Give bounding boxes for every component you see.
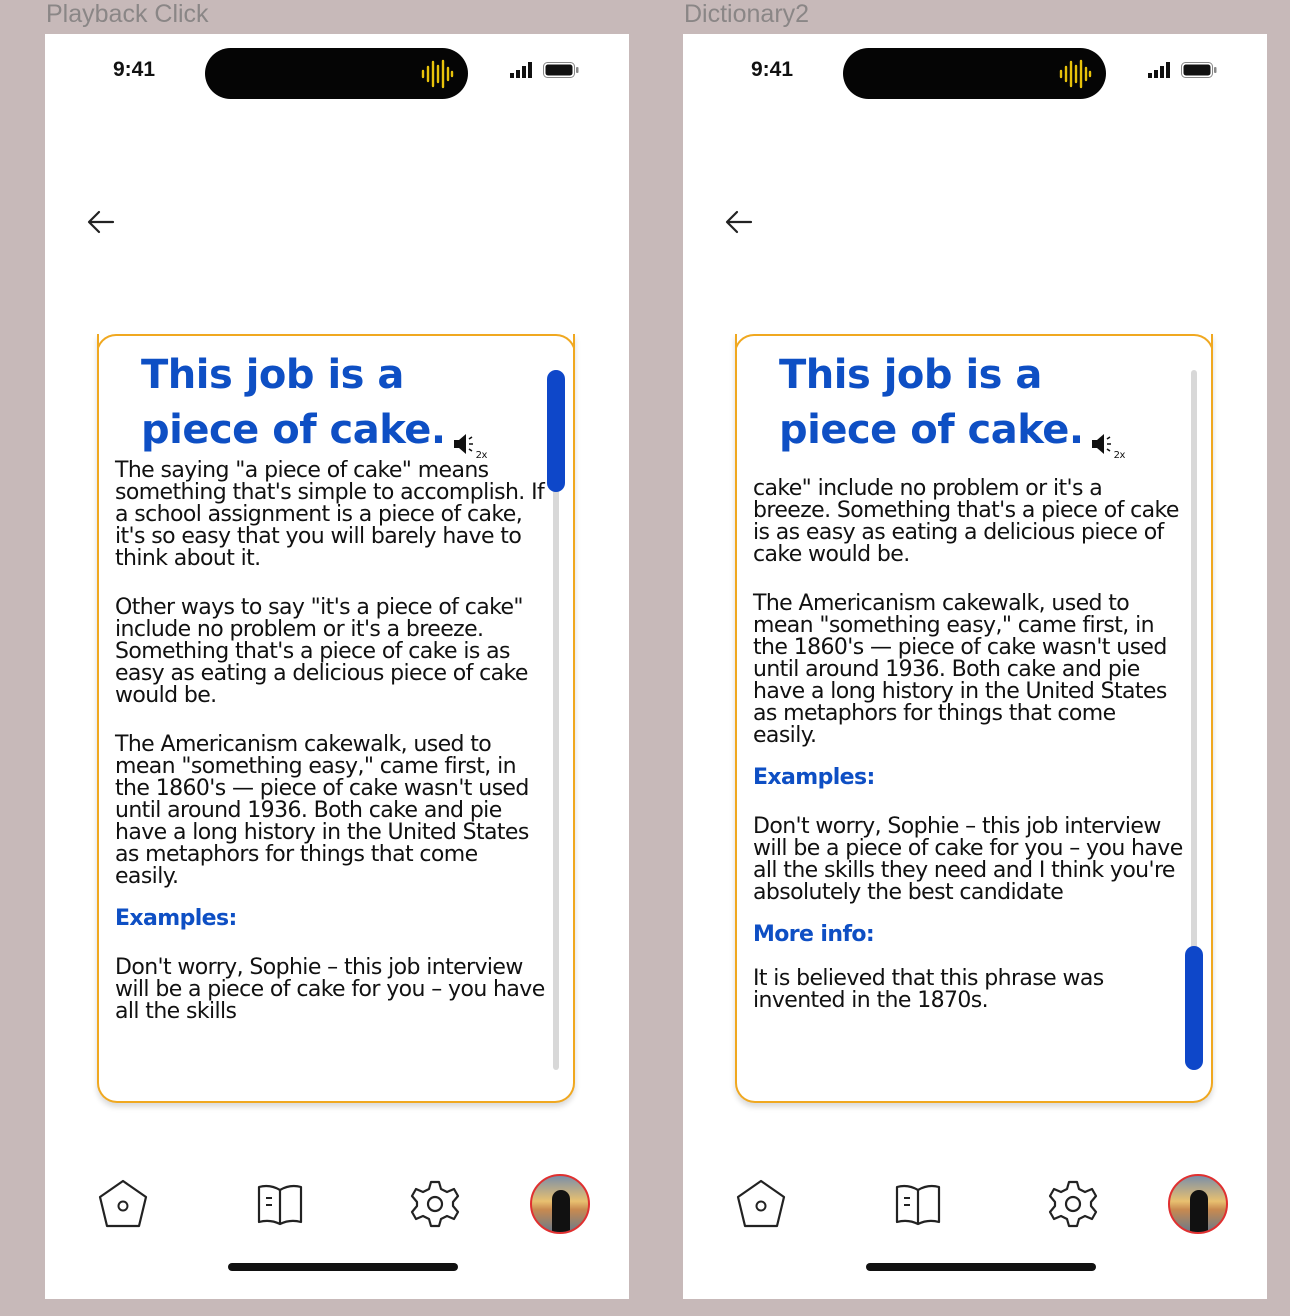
status-time: 9:41 (751, 58, 794, 81)
paragraph: The Americanism cakewalk, used to mean "… (115, 732, 529, 889)
dynamic-island (205, 48, 468, 99)
phrase-title-text: This job is a piece of cake. (779, 352, 1084, 453)
more-info-text: It is believed that this phrase was inve… (753, 966, 1104, 1013)
frame-label: Playback Click (46, 0, 209, 28)
phrase-title: This job is a piece of cake. 2x (141, 348, 521, 461)
book-icon[interactable] (890, 1176, 946, 1232)
dynamic-island (843, 48, 1106, 99)
paragraph: The Americanism cakewalk, used to mean "… (753, 591, 1167, 748)
home-indicator (866, 1263, 1096, 1271)
paragraph: The saying "a piece of cake" means somet… (115, 458, 545, 571)
signal-icon (1148, 62, 1170, 78)
back-arrow-icon[interactable] (723, 206, 755, 238)
example-text: Don't worry, Sophie – this job interview… (753, 814, 1183, 905)
phone-screen-playback: 9:41 This job is a piece of cake. 2x The … (45, 34, 629, 1299)
paragraph: cake" include no problem or it's a breez… (753, 476, 1179, 567)
example-text: Don't worry, Sophie – this job interview… (115, 955, 545, 1024)
home-indicator (228, 1263, 458, 1271)
definition-card: This job is a piece of cake. 2x cake" inc… (735, 334, 1213, 1103)
status-time: 9:41 (113, 58, 156, 81)
avatar-person (552, 1190, 570, 1232)
avatar-person (1190, 1190, 1208, 1232)
more-info-heading: More info: (753, 922, 875, 947)
phrase-title-text: This job is a piece of cake. (141, 352, 446, 453)
audio-wave-icon (421, 59, 454, 89)
battery-icon (543, 62, 579, 78)
signal-icon (510, 62, 532, 78)
speaker-icon[interactable]: 2x (1090, 416, 1128, 461)
scrollbar-thumb[interactable] (547, 370, 565, 492)
frame-label: Dictionary2 (684, 0, 810, 28)
speaker-icon[interactable]: 2x (452, 416, 490, 461)
examples-heading: Examples: (115, 906, 237, 931)
definition-body: The saying "a piece of cake" means somet… (115, 460, 545, 1050)
phone-screen-dictionary: 9:41 This job is a piece of cake. 2x cake… (683, 34, 1267, 1299)
home-icon[interactable] (733, 1176, 789, 1232)
profile-avatar[interactable] (1168, 1174, 1228, 1234)
profile-avatar[interactable] (530, 1174, 590, 1234)
settings-icon[interactable] (1045, 1176, 1101, 1232)
definition-card: This job is a piece of cake. 2x The sayin… (97, 334, 575, 1103)
playback-speed-label: 2x (1113, 450, 1126, 461)
phrase-title: This job is a piece of cake. 2x (779, 348, 1159, 461)
paragraph: Other ways to say "it's a piece of cake"… (115, 595, 528, 708)
audio-wave-icon (1059, 59, 1092, 89)
battery-icon (1181, 62, 1217, 78)
home-icon[interactable] (95, 1176, 151, 1232)
settings-icon[interactable] (407, 1176, 463, 1232)
definition-body: cake" include no problem or it's a breez… (753, 478, 1183, 1039)
examples-heading: Examples: (753, 765, 875, 790)
book-icon[interactable] (252, 1176, 308, 1232)
scrollbar-thumb[interactable] (1185, 946, 1203, 1070)
back-arrow-icon[interactable] (85, 206, 117, 238)
